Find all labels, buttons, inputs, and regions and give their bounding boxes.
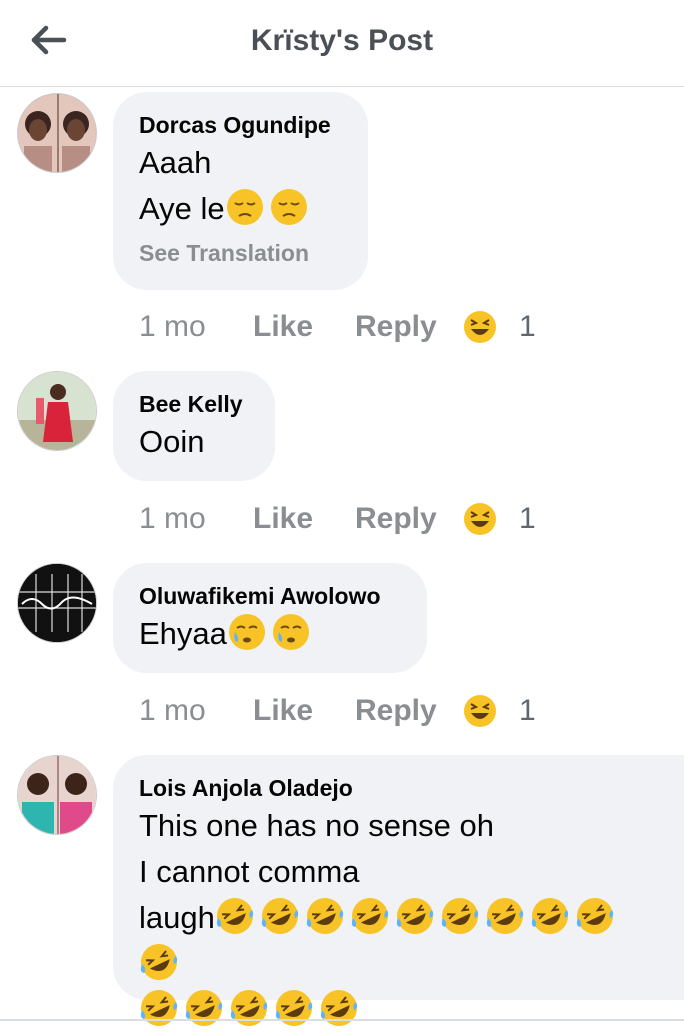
- like-button[interactable]: Like: [253, 694, 355, 728]
- comment-timestamp: 1 mo: [139, 310, 206, 343]
- rofl-emoji-icon: [486, 898, 523, 934]
- reply-button[interactable]: Reply: [355, 310, 463, 344]
- rofl-emoji-icon: [576, 898, 613, 934]
- comment-timestamp: 1 mo: [139, 502, 206, 535]
- emoji-line: [139, 987, 658, 1033]
- reply-button[interactable]: Reply: [355, 694, 463, 728]
- comment-actions: 1 mo Like Reply 1: [139, 307, 536, 347]
- comment-text: Aye le: [139, 191, 225, 226]
- pensive-emoji-icon: [270, 189, 307, 225]
- comment-text-line: Aaah: [139, 145, 212, 180]
- profile-photo: [18, 756, 96, 834]
- profile-photo: [18, 94, 96, 172]
- haha-reaction-icon[interactable]: [463, 502, 497, 536]
- page-title: Krïsty's Post: [250, 24, 434, 57]
- comment-author[interactable]: Dorcas Ogundipe: [139, 110, 342, 140]
- haha-reaction-icon[interactable]: [463, 694, 497, 728]
- comment-text-line: laugh: [139, 895, 658, 987]
- app-header: Krïsty's Post: [0, 0, 684, 87]
- avatar-oluwafikemi[interactable]: [17, 563, 97, 643]
- comment-text-line: Ehyaa: [139, 611, 401, 657]
- rofl-emoji-icon: [306, 898, 343, 934]
- reaction-count[interactable]: 1: [519, 694, 536, 728]
- comment-bubble[interactable]: Lois Anjola Oladejo This one has no sens…: [113, 755, 684, 1026]
- comment-text: laugh: [139, 900, 215, 935]
- reply-button[interactable]: Reply: [355, 502, 463, 536]
- comment-actions: 1 mo Like Reply 1: [139, 691, 536, 731]
- rofl-emoji-icon: [531, 898, 568, 934]
- avatar-dorcas[interactable]: [17, 93, 97, 173]
- profile-photo: [18, 372, 96, 450]
- comment-bubble[interactable]: Oluwafikemi Awolowo Ehyaa: [113, 563, 427, 673]
- comment-actions: 1 mo Like Reply 1: [139, 499, 536, 539]
- rofl-emoji-icon: [216, 898, 253, 934]
- rofl-emoji-icon: [140, 990, 178, 1026]
- avatar-bee-kelly[interactable]: [17, 371, 97, 451]
- profile-photo: [18, 564, 96, 642]
- haha-reaction-icon[interactable]: [463, 310, 497, 344]
- rofl-emoji-icon: [140, 944, 178, 980]
- rofl-emoji-icon: [441, 898, 478, 934]
- comment-text: I cannot comma: [139, 854, 360, 889]
- rofl-emoji-icon: [275, 990, 313, 1026]
- sad-relieved-emoji-icon: [228, 614, 265, 650]
- rofl-emoji-icon: [185, 990, 223, 1026]
- rofl-emoji-icon: [351, 898, 388, 934]
- rofl-emoji-icon: [261, 898, 298, 934]
- rofl-emoji-icon: [396, 898, 433, 934]
- like-button[interactable]: Like: [253, 502, 355, 536]
- like-button[interactable]: Like: [253, 310, 355, 344]
- comment-bubble[interactable]: Bee Kelly Ooin: [113, 371, 275, 481]
- reaction-count[interactable]: 1: [519, 502, 536, 536]
- comment-author[interactable]: Lois Anjola Oladejo: [139, 773, 658, 803]
- rofl-emoji-icon: [230, 990, 268, 1026]
- comment-bubble[interactable]: Dorcas Ogundipe Aaah Aye le See Translat…: [113, 92, 368, 290]
- avatar-lois[interactable]: [17, 755, 97, 835]
- reaction-count[interactable]: 1: [519, 310, 536, 344]
- comment-text: This one has no sense oh: [139, 808, 495, 843]
- sad-relieved-emoji-icon: [272, 614, 309, 650]
- comment-author[interactable]: Bee Kelly: [139, 389, 249, 419]
- see-translation-link[interactable]: See Translation: [139, 236, 342, 270]
- rofl-emoji-icon: [320, 990, 358, 1026]
- comment-text: Ooin: [139, 424, 205, 459]
- comment-text-line: Aye le: [139, 186, 342, 232]
- comment-text: Ehyaa: [139, 616, 227, 651]
- comment-timestamp: 1 mo: [139, 694, 206, 727]
- comment-author[interactable]: Oluwafikemi Awolowo: [139, 581, 401, 611]
- pensive-emoji-icon: [226, 189, 263, 225]
